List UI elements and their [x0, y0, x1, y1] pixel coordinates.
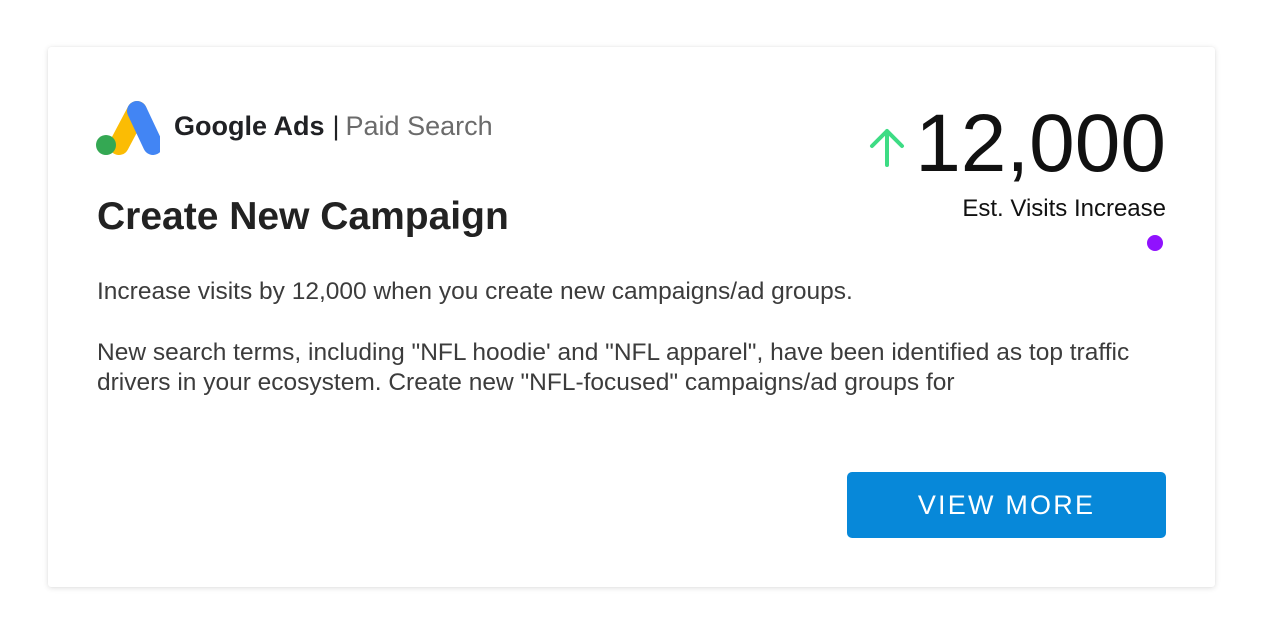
- status-dot: [1147, 235, 1163, 251]
- brand-name: Google Ads: [174, 110, 325, 141]
- metric-value: 12,000: [915, 98, 1166, 189]
- metric-block: 12,000 Est. Visits Increase: [867, 101, 1166, 223]
- brand-header: Google Ads | Paid Search: [96, 99, 493, 157]
- up-arrow-icon: [870, 129, 905, 167]
- view-more-button[interactable]: VIEW MORE: [847, 472, 1166, 538]
- metric-row: 12,000: [867, 101, 1166, 187]
- brand-separator: |: [332, 110, 340, 141]
- card-description-summary: Increase visits by 12,000 when you creat…: [97, 278, 853, 305]
- card-description-detail: New search terms, including "NFL hoodie'…: [97, 339, 1130, 396]
- metric-label: Est. Visits Increase: [962, 195, 1166, 222]
- recommendation-card: Google Ads | Paid Search Create New Campai…: [48, 47, 1215, 587]
- card-title: Create New Campaign: [97, 195, 509, 238]
- brand-title: Google Ads | Paid Search: [174, 110, 493, 141]
- google-ads-logo-icon: [96, 101, 160, 155]
- brand-channel: Paid Search: [345, 110, 493, 141]
